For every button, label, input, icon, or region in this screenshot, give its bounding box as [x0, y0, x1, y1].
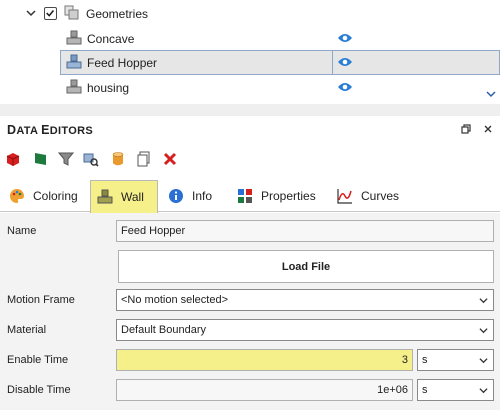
editor-toolbar — [0, 146, 500, 174]
chevron-down-icon[interactable] — [26, 8, 36, 18]
palette-icon — [10, 189, 24, 203]
tree-row-geometries[interactable]: Geometries — [0, 1, 500, 26]
material-select[interactable]: Default Boundary — [116, 319, 494, 341]
name-label: Name — [7, 225, 37, 237]
wall-geometry-icon — [66, 30, 82, 45]
disable-time-unit: s — [422, 384, 428, 396]
copy-icon[interactable] — [136, 151, 152, 167]
tab-coloring[interactable]: Coloring — [9, 180, 78, 212]
enable-time-unit-select[interactable]: s — [417, 349, 494, 371]
geometries-checkbox[interactable] — [44, 7, 57, 20]
tab-label: Info — [192, 189, 213, 203]
enable-time-input[interactable]: 3 — [116, 349, 413, 371]
tab-curves[interactable]: Curves — [337, 180, 399, 212]
chevron-down-icon — [479, 328, 488, 334]
red-cube-icon[interactable] — [5, 151, 21, 167]
tab-label: Properties — [261, 189, 316, 203]
chevron-down-icon — [479, 358, 488, 364]
tab-label: Wall — [121, 190, 144, 204]
filter-funnel-icon[interactable] — [58, 151, 74, 167]
panel-splitter[interactable] — [0, 104, 500, 116]
scroll-down-chevron-icon[interactable] — [486, 90, 496, 98]
disable-time-value: 1e+06 — [377, 384, 408, 396]
curve-chart-icon — [337, 189, 352, 204]
tree-item-housing[interactable]: housing — [0, 75, 500, 100]
wall-geometry-icon — [66, 79, 82, 94]
panel-title: DATA EDITORS — [7, 123, 93, 137]
restore-window-icon[interactable] — [461, 124, 471, 134]
tree-label-geometries: Geometries — [86, 7, 149, 21]
disable-time-unit-select[interactable]: s — [417, 379, 494, 401]
material-label: Material — [7, 324, 47, 336]
enable-time-value: 3 — [401, 354, 408, 366]
info-icon — [169, 189, 183, 203]
visibility-eye-icon[interactable] — [337, 56, 353, 68]
motion-frame-select[interactable]: <No motion selected> — [116, 289, 494, 311]
tab-label: Curves — [361, 189, 400, 203]
tree-item-concave[interactable]: Concave — [0, 26, 500, 51]
tab-wall[interactable]: Wall — [90, 180, 158, 213]
wall-geometry-icon — [97, 189, 113, 204]
green-flag-icon[interactable] — [33, 151, 49, 167]
tree-item-feed-hopper[interactable]: Feed Hopper — [0, 50, 500, 75]
chevron-down-icon — [479, 388, 488, 394]
tree-item-label: Feed Hopper — [87, 56, 158, 70]
tab-label: Coloring — [33, 189, 78, 203]
enable-time-unit: s — [422, 354, 428, 366]
geometries-folder-icon — [64, 5, 79, 20]
tab-properties[interactable]: Properties — [237, 180, 316, 212]
motion-frame-label: Motion Frame — [7, 294, 75, 306]
cylinder-icon[interactable] — [110, 151, 126, 167]
visibility-eye-icon[interactable] — [337, 81, 353, 93]
tab-info[interactable]: Info — [168, 180, 212, 212]
properties-grid-icon — [238, 189, 252, 203]
tree-item-label: Concave — [87, 32, 135, 46]
load-file-label: Load File — [281, 260, 331, 273]
close-panel-icon[interactable] — [483, 124, 493, 134]
enable-time-label: Enable Time — [7, 354, 69, 366]
disable-time-label: Disable Time — [7, 384, 71, 396]
chevron-down-icon — [479, 298, 488, 304]
motion-frame-value: <No motion selected> — [121, 294, 229, 306]
geometry-tree: Geometries Concave Feed Hopper housing — [0, 0, 500, 104]
wall-geometry-icon — [66, 54, 82, 69]
search-geometry-icon[interactable] — [83, 151, 99, 167]
disable-time-input[interactable]: 1e+06 — [116, 379, 413, 401]
delete-x-icon[interactable] — [162, 151, 178, 167]
material-value: Default Boundary — [121, 324, 206, 336]
visibility-eye-icon[interactable] — [337, 32, 353, 44]
tree-item-label: housing — [87, 81, 130, 95]
name-field[interactable]: Feed Hopper — [116, 220, 494, 242]
name-value: Feed Hopper — [121, 225, 186, 237]
load-file-button[interactable]: Load File — [118, 250, 494, 283]
